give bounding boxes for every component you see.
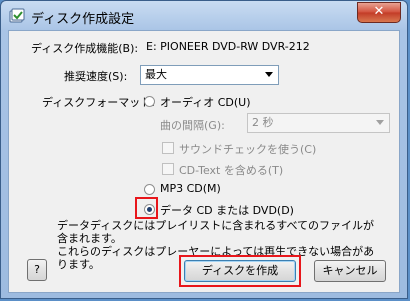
mp3-cd-radio[interactable]: [144, 184, 155, 195]
drive-label: ディスク作成機能(B):: [31, 42, 139, 55]
drive-value: E: PIONEER DVD-RW DVR-212: [146, 40, 310, 53]
close-button[interactable]: ✕: [357, 2, 401, 23]
gap-label: 曲の間隔(G):: [160, 119, 225, 132]
speed-label: 推奨速度(S):: [64, 70, 128, 83]
gap-select-value: 2 秒: [252, 116, 274, 129]
audio-cd-label[interactable]: オーディオ CD(U): [160, 94, 251, 110]
chevron-down-icon: [376, 120, 384, 125]
gap-select[interactable]: 2 秒: [247, 113, 390, 133]
title-bar[interactable]: ディスク作成設定 ✕: [1, 1, 407, 31]
data-cd-label[interactable]: データ CD または DVD(D): [160, 202, 294, 218]
speed-select-value: 最大: [145, 68, 167, 81]
description-line: データディスクにはプレイリストに含まれるすべてのファイルが含まれます。: [57, 219, 375, 245]
window-title: ディスク作成設定: [31, 12, 135, 27]
cd-text-label[interactable]: CD-Text を含める(T): [179, 162, 283, 178]
dialog-window: ディスク作成設定 ✕ ディスク作成機能(B): E: PIONEER DVD-R…: [0, 0, 408, 299]
button-highlight-box: [179, 255, 301, 287]
format-label: ディスクフォーマット:: [42, 96, 155, 109]
sound-check-checkbox[interactable]: [162, 142, 174, 154]
audio-cd-radio[interactable]: [144, 96, 155, 107]
speed-select[interactable]: 最大: [140, 65, 279, 85]
chevron-down-icon: [265, 72, 273, 77]
help-button[interactable]: ?: [27, 259, 47, 281]
mp3-cd-label[interactable]: MP3 CD(M): [160, 182, 221, 195]
radio-highlight-box: [135, 197, 158, 219]
disc-burn-icon: [9, 8, 25, 23]
cancel-button[interactable]: キャンセル: [314, 260, 386, 282]
cd-text-checkbox[interactable]: [162, 163, 174, 175]
sound-check-label[interactable]: サウンドチェックを使う(C): [179, 141, 316, 157]
